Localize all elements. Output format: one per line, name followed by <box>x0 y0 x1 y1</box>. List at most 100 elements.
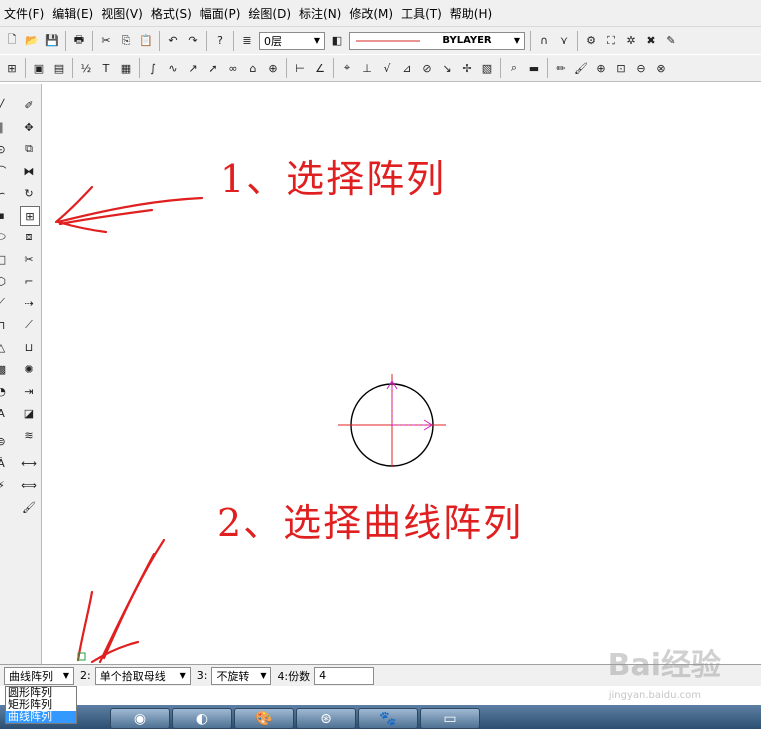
wave-icon[interactable]: ∿ <box>164 59 182 77</box>
menu-file[interactable]: 文件(F) <box>0 5 48 22</box>
align-icon[interactable]: ⇥ <box>20 382 38 400</box>
datum-icon[interactable]: ⊥ <box>358 59 376 77</box>
new-file-icon[interactable]: 🗋 <box>3 32 21 50</box>
stretch-icon[interactable]: ⊔ <box>20 338 38 356</box>
pick-mode-select[interactable]: 单个拾取母线 ▼ <box>94 666 191 685</box>
table-icon[interactable]: ▦ <box>117 59 135 77</box>
leader-icon[interactable]: ↘ <box>438 59 456 77</box>
text-icon[interactable]: T <box>97 59 115 77</box>
taskbar-baidu-icon[interactable]: 🐾 <box>358 708 418 729</box>
ellipse-icon[interactable]: ⬭ <box>0 228 10 246</box>
scale-icon[interactable]: ⧈ <box>20 228 38 246</box>
help-icon[interactable]: ? <box>211 32 229 50</box>
edit-icon[interactable]: ✎ <box>662 32 680 50</box>
taskbar-folder-icon[interactable]: ▭ <box>420 708 480 729</box>
extend-icon[interactable]: ⇢ <box>20 294 38 312</box>
open-file-icon[interactable]: 📂 <box>23 32 41 50</box>
target-icon[interactable]: ⊕ <box>264 59 282 77</box>
linetype-select[interactable]: BYLAYER ▼ <box>349 31 525 50</box>
rectangle-icon[interactable]: □ <box>0 250 10 268</box>
drawing-canvas[interactable]: 1、选择阵列 2、选择曲线阵列 <box>42 84 761 664</box>
pencil-icon[interactable]: ✏ <box>552 59 570 77</box>
mirror-icon[interactable]: ⧓ <box>20 162 38 180</box>
dimension-icon[interactable]: ⟷ <box>20 454 38 472</box>
dim-linear-icon[interactable]: ⊢ <box>291 59 309 77</box>
menu-tools[interactable]: 工具(T) <box>397 5 446 22</box>
taskbar-paint-icon[interactable]: 🎨 <box>234 708 294 729</box>
explode-icon[interactable]: ✺ <box>20 360 38 378</box>
dim-edit-icon[interactable]: ⟺ <box>20 476 38 494</box>
print-icon[interactable]: 🖶 <box>70 32 88 50</box>
chamfer-icon[interactable]: ◪ <box>20 404 38 422</box>
surface-icon[interactable]: √ <box>378 59 396 77</box>
menu-draw[interactable]: 绘图(D) <box>244 5 295 22</box>
block-icon[interactable]: ⊜ <box>0 432 10 450</box>
taskbar-network-icon[interactable]: ⊛ <box>296 708 356 729</box>
ruler-icon[interactable]: ▬ <box>525 59 543 77</box>
arrow-icon[interactable]: ↗ <box>184 59 202 77</box>
properties-icon[interactable]: ⚙ <box>582 32 600 50</box>
layer-change-icon[interactable]: ≋ <box>20 426 38 444</box>
balloon-icon[interactable]: ⊘ <box>418 59 436 77</box>
fraction-icon[interactable]: ½ <box>77 59 95 77</box>
cut-icon[interactable]: ✂ <box>97 32 115 50</box>
layers-icon[interactable]: ≣ <box>238 32 256 50</box>
zoom-in-icon[interactable]: ⊕ <box>592 59 610 77</box>
chain-icon[interactable]: ∞ <box>224 59 242 77</box>
line-icon[interactable]: ╱ <box>0 96 10 114</box>
menu-sheet[interactable]: 幅面(P) <box>196 5 245 22</box>
copy-icon[interactable]: ⧉ <box>20 140 38 158</box>
brush-icon[interactable]: 🖌 <box>572 59 590 77</box>
zoom-out-icon[interactable]: ⊖ <box>632 59 650 77</box>
weld-icon[interactable]: ⊿ <box>398 59 416 77</box>
new-view-icon[interactable]: ⊞ <box>3 59 21 77</box>
text-icon[interactable]: A <box>0 404 10 422</box>
frame-icon[interactable]: ▣ <box>30 59 48 77</box>
undo-icon[interactable]: ↶ <box>164 32 182 50</box>
taskbar-ie-icon[interactable]: ◉ <box>110 708 170 729</box>
equidistant-icon[interactable]: △ <box>0 338 10 356</box>
rotate-icon[interactable]: ↻ <box>20 184 38 202</box>
match-icon[interactable]: ⛶ <box>602 32 620 50</box>
menu-modify[interactable]: 修改(M) <box>345 5 397 22</box>
erase-icon[interactable]: ✐ <box>20 96 38 114</box>
measure-icon[interactable]: ⌕ <box>505 59 523 77</box>
snap-icon[interactable]: ∩ <box>535 32 553 50</box>
color-icon[interactable]: ◧ <box>328 32 346 50</box>
pointer-icon[interactable]: ➚ <box>204 59 222 77</box>
menu-dimension[interactable]: 标注(N) <box>295 5 345 22</box>
save-icon[interactable]: 💾 <box>43 32 61 50</box>
break-icon[interactable]: ⟋ <box>20 316 38 334</box>
zoom-extents-icon[interactable]: ⊗ <box>652 59 670 77</box>
block-icon[interactable]: ⌂ <box>244 59 262 77</box>
settings-icon[interactable]: ✲ <box>622 32 640 50</box>
polyline-icon[interactable]: ⟋ <box>0 294 10 312</box>
fillet-icon[interactable]: ⌐ <box>20 272 38 290</box>
move-icon[interactable]: ✥ <box>20 118 38 136</box>
paste-icon[interactable]: 📋 <box>137 32 155 50</box>
menu-format[interactable]: 格式(S) <box>147 5 196 22</box>
dropdown-option-curve[interactable]: 曲线阵列 <box>6 711 76 723</box>
menu-view[interactable]: 视图(V) <box>97 5 147 22</box>
rotate-mode-select[interactable]: 不旋转 ▼ <box>211 666 272 685</box>
layer-select[interactable]: 0层 ▼ <box>259 31 325 50</box>
tools-icon[interactable]: ✖ <box>642 32 660 50</box>
ortho-icon[interactable]: ⋎ <box>555 32 573 50</box>
copy-icon[interactable]: ⎘ <box>117 32 135 50</box>
curve-icon[interactable]: ∫ <box>144 59 162 77</box>
array-icon[interactable]: ⊞ <box>20 206 40 226</box>
parallel-icon[interactable]: ∥ <box>0 118 10 136</box>
menu-edit[interactable]: 编辑(E) <box>48 5 97 22</box>
menu-help[interactable]: 帮助(H) <box>446 5 496 22</box>
circle-icon[interactable]: ⊙ <box>0 140 10 158</box>
spline-icon[interactable]: ∽ <box>0 184 10 202</box>
taskbar-app-icon[interactable]: ◐ <box>172 708 232 729</box>
fill-icon[interactable]: ◔ <box>0 382 10 400</box>
array-type-select[interactable]: 曲线阵列 ▼ <box>4 666 74 685</box>
arc-icon[interactable]: ⌒ <box>0 162 10 180</box>
dim-angle-icon[interactable]: ∠ <box>311 59 329 77</box>
polygon-icon[interactable]: ⬡ <box>0 272 10 290</box>
attribute-icon[interactable]: Ȧ <box>0 454 10 472</box>
centerline-icon[interactable]: ⊓ <box>0 316 10 334</box>
hatch-icon[interactable]: ▧ <box>478 59 496 77</box>
